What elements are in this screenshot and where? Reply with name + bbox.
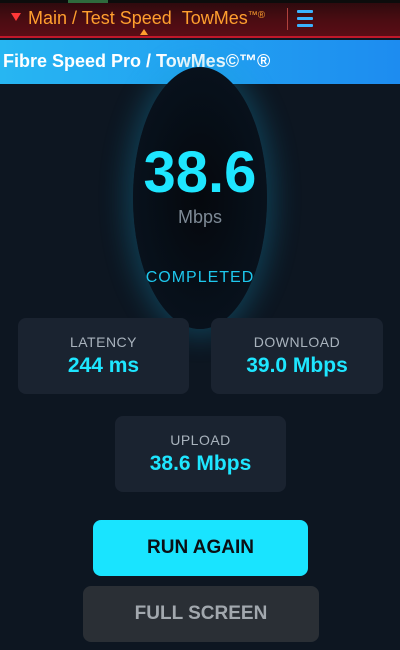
upload-value: 38.6 Mbps [149,452,252,475]
upload-card: UPLOAD 38.6 Mbps [115,416,286,492]
active-indicator-icon [140,29,148,35]
breadcrumb[interactable]: Main / Test Speed TowMes™® [28,8,265,29]
triangle-down-icon[interactable] [11,13,21,21]
brand-mark: ™® [247,10,266,21]
speed-unit: Mbps [177,207,222,227]
full-screen-button[interactable]: FULL SCREEN [83,586,319,642]
latency-label: LATENCY [69,334,138,350]
download-card: DOWNLOAD 39.0 Mbps [211,318,383,394]
speed-value: 38.6 [143,140,257,205]
divider [287,8,288,30]
top-navigation-bar: Main / Test Speed TowMes™® [0,0,400,38]
app-title: Fibre Speed Pro / TowMes©™® [3,51,271,71]
test-status: COMPLETED [145,269,255,286]
breadcrumb-path: Main / Test Speed [28,8,172,28]
brand-name: TowMes [181,8,248,28]
hamburger-menu-icon[interactable] [297,10,313,27]
download-label: DOWNLOAD [253,334,341,350]
run-again-button[interactable]: RUN AGAIN [93,520,308,576]
latency-value: 244 ms [67,354,140,377]
latency-card: LATENCY 244 ms [18,318,189,394]
download-value: 39.0 Mbps [246,354,348,377]
system-edge-strip [0,0,400,3]
upload-label: UPLOAD [170,432,231,448]
